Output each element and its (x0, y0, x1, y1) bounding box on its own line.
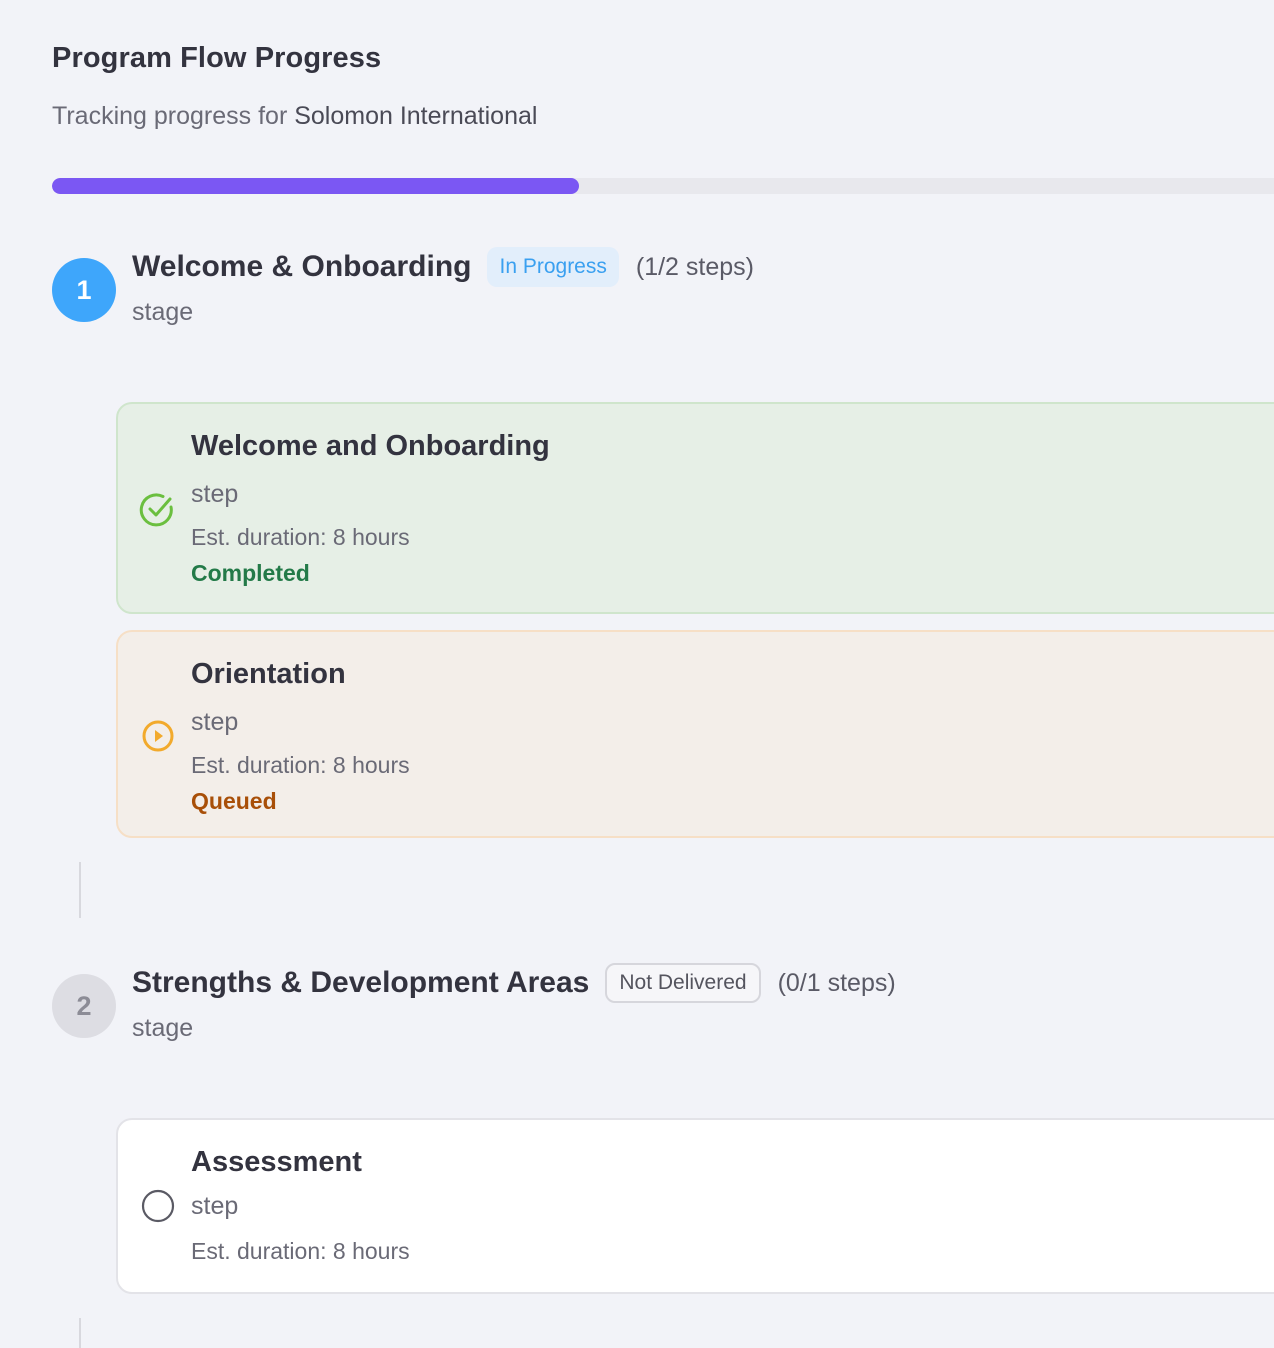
stage-number-1: 1 (52, 258, 116, 322)
step-kind-label: step (191, 708, 239, 736)
step-kind-label: step (191, 480, 239, 508)
step-status: Completed (191, 560, 310, 586)
step-kind-label: step (191, 1192, 239, 1220)
status-badge: In Progress (487, 247, 619, 287)
step-card-orientation[interactable]: Orientation step Est. duration: 8 hours … (116, 630, 1274, 838)
stage-header-2[interactable]: Strengths & Development Areas Not Delive… (132, 963, 896, 1003)
stage-connector (79, 1318, 81, 1348)
stage-name: Strengths & Development Areas (132, 966, 590, 999)
stage-connector (79, 862, 81, 918)
step-name: Welcome and Onboarding (191, 430, 550, 462)
stage-name: Welcome & Onboarding (132, 250, 472, 283)
page-title: Program Flow Progress (52, 42, 382, 74)
step-card-welcome-and-onboarding[interactable]: Welcome and Onboarding step Est. duratio… (116, 402, 1274, 614)
stage-step-count: (0/1 steps) (777, 968, 896, 997)
step-duration: Est. duration: 8 hours (191, 524, 410, 550)
status-badge: Not Delivered (605, 963, 761, 1003)
check-circle-icon (139, 493, 173, 527)
stage-kind-label: stage (132, 298, 194, 326)
step-card-assessment[interactable]: Assessment step Est. duration: 8 hours (116, 1118, 1274, 1294)
stage-step-count: (1/2 steps) (635, 252, 754, 281)
empty-circle-icon (141, 1189, 175, 1223)
program-progress-bar (52, 178, 1274, 194)
organization-name: Solomon International (294, 102, 538, 130)
stage-kind-label: stage (132, 1014, 194, 1042)
play-circle-icon (142, 720, 174, 752)
program-progress-fill (52, 178, 579, 194)
stage-header-1[interactable]: Welcome & Onboarding In Progress (1/2 st… (132, 247, 754, 287)
step-name: Assessment (191, 1146, 362, 1178)
subtitle-prefix: Tracking progress for (52, 102, 295, 130)
stage-number-2: 2 (52, 974, 116, 1038)
step-status: Queued (191, 788, 277, 814)
page-subtitle: Tracking progress for Solomon Internatio… (52, 102, 537, 131)
step-duration: Est. duration: 8 hours (191, 1238, 410, 1264)
step-name: Orientation (191, 658, 346, 690)
step-duration: Est. duration: 8 hours (191, 752, 410, 778)
